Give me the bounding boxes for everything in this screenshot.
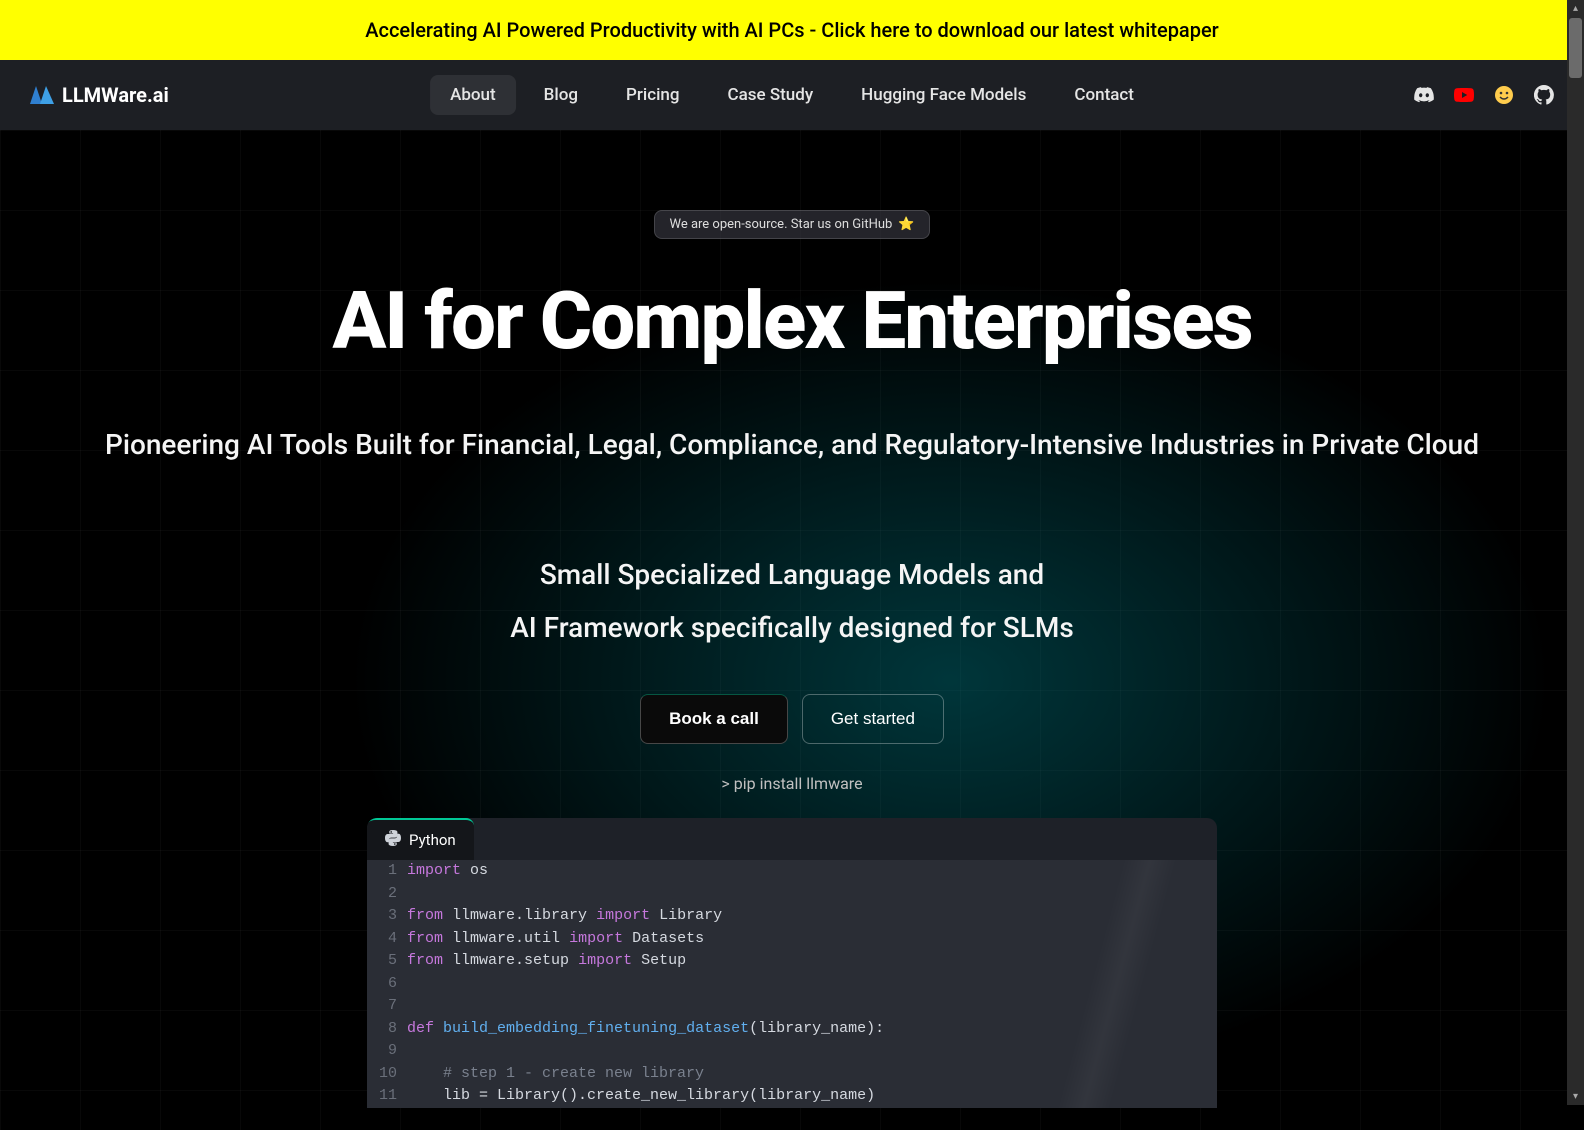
nav-about[interactable]: About — [430, 75, 516, 115]
line-number: 9 — [367, 1040, 407, 1063]
announcement-banner[interactable]: Accelerating AI Powered Productivity wit… — [0, 0, 1584, 60]
line-code: # step 1 - create new library — [407, 1063, 1217, 1086]
scrollbar-thumb[interactable] — [1569, 18, 1582, 78]
github-icon[interactable] — [1534, 85, 1554, 105]
nav-case-study[interactable]: Case Study — [708, 75, 834, 115]
line-code: lib = Library().create_new_library(libra… — [407, 1085, 1217, 1108]
huggingface-icon[interactable] — [1494, 85, 1514, 105]
social-icons — [1414, 85, 1554, 105]
code-line: 2 — [367, 883, 1217, 906]
badge-text: We are open-source. Star us on GitHub — [669, 217, 892, 232]
line-code — [407, 973, 1217, 996]
line-number: 11 — [367, 1085, 407, 1108]
line-code: import os — [407, 860, 1217, 883]
scroll-up-arrow[interactable]: ▴ — [1567, 0, 1584, 17]
cta-row: Book a call Get started — [0, 694, 1584, 744]
line-number: 3 — [367, 905, 407, 928]
navbar: LLMWare.ai About Blog Pricing Case Study… — [0, 60, 1584, 130]
pip-install-text: > pip install llmware — [0, 774, 1584, 793]
code-line: 7 — [367, 995, 1217, 1018]
logo[interactable]: LLMWare.ai — [30, 83, 169, 107]
line-number: 5 — [367, 950, 407, 973]
nav-huggingface-models[interactable]: Hugging Face Models — [841, 75, 1046, 115]
logo-text: LLMWare.ai — [62, 83, 169, 107]
line-number: 10 — [367, 1063, 407, 1086]
line-code — [407, 995, 1217, 1018]
code-line: 5from llmware.setup import Setup — [367, 950, 1217, 973]
hero-desc-line1: Small Specialized Language Models and — [0, 548, 1584, 601]
line-number: 7 — [367, 995, 407, 1018]
code-line: 3from llmware.library import Library — [367, 905, 1217, 928]
hero-description: Small Specialized Language Models and AI… — [0, 548, 1584, 654]
line-code: from llmware.util import Datasets — [407, 928, 1217, 951]
line-code — [407, 883, 1217, 906]
code-tab-label: Python — [409, 831, 456, 849]
line-number: 1 — [367, 860, 407, 883]
code-block: Python 1import os23from llmware.library … — [367, 818, 1217, 1108]
star-icon: ⭐ — [898, 217, 914, 232]
logo-icon — [30, 86, 54, 104]
youtube-icon[interactable] — [1454, 85, 1474, 105]
get-started-button[interactable]: Get started — [802, 694, 944, 744]
hero-subtitle: Pioneering AI Tools Built for Financial,… — [0, 423, 1584, 468]
line-number: 2 — [367, 883, 407, 906]
scrollbar[interactable]: ▴ ▾ — [1567, 0, 1584, 1105]
code-line: 1import os — [367, 860, 1217, 883]
line-number: 6 — [367, 973, 407, 996]
code-tab-python[interactable]: Python — [367, 818, 474, 860]
code-line: 4from llmware.util import Datasets — [367, 928, 1217, 951]
github-star-badge[interactable]: We are open-source. Star us on GitHub ⭐ — [654, 210, 929, 239]
hero-desc-line2: AI Framework specifically designed for S… — [0, 601, 1584, 654]
book-call-button[interactable]: Book a call — [640, 694, 788, 744]
line-number: 8 — [367, 1018, 407, 1041]
nav-pricing[interactable]: Pricing — [606, 75, 700, 115]
line-code — [407, 1040, 1217, 1063]
code-line: 6 — [367, 973, 1217, 996]
code-line: 10 # step 1 - create new library — [367, 1063, 1217, 1086]
scroll-down-arrow[interactable]: ▾ — [1567, 1088, 1584, 1105]
line-code: from llmware.setup import Setup — [407, 950, 1217, 973]
nav-contact[interactable]: Contact — [1054, 75, 1154, 115]
line-number: 4 — [367, 928, 407, 951]
hero-section: We are open-source. Star us on GitHub ⭐ … — [0, 130, 1584, 1130]
nav-blog[interactable]: Blog — [524, 75, 598, 115]
nav-links: About Blog Pricing Case Study Hugging Fa… — [430, 75, 1154, 115]
code-line: 11 lib = Library().create_new_library(li… — [367, 1085, 1217, 1108]
code-line: 9 — [367, 1040, 1217, 1063]
code-content: 1import os23from llmware.library import … — [367, 860, 1217, 1108]
line-code: def build_embedding_finetuning_dataset(l… — [407, 1018, 1217, 1041]
discord-icon[interactable] — [1414, 85, 1434, 105]
python-icon — [385, 830, 401, 850]
hero-title: AI for Complex Enterprises — [0, 274, 1584, 368]
code-line: 8def build_embedding_finetuning_dataset(… — [367, 1018, 1217, 1041]
line-code: from llmware.library import Library — [407, 905, 1217, 928]
banner-text: Accelerating AI Powered Productivity wit… — [365, 18, 1219, 42]
